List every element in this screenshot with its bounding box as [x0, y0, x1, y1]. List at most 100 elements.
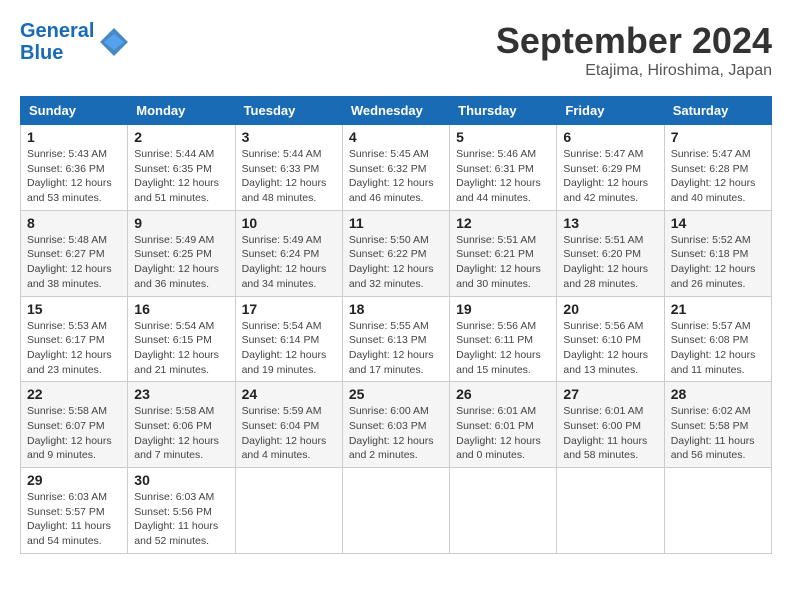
day-number: 23 [134, 386, 228, 402]
day-info: Sunrise: 5:58 AMSunset: 6:06 PMDaylight:… [134, 404, 228, 463]
table-row: 7 Sunrise: 5:47 AMSunset: 6:28 PMDayligh… [664, 125, 771, 211]
table-row [342, 468, 449, 554]
table-row: 26 Sunrise: 6:01 AMSunset: 6:01 PMDaylig… [450, 382, 557, 468]
day-info: Sunrise: 5:57 AMSunset: 6:08 PMDaylight:… [671, 319, 765, 378]
day-number: 28 [671, 386, 765, 402]
day-number: 21 [671, 301, 765, 317]
day-number: 8 [27, 215, 121, 231]
table-row: 12 Sunrise: 5:51 AMSunset: 6:21 PMDaylig… [450, 210, 557, 296]
calendar-week-5: 29 Sunrise: 6:03 AMSunset: 5:57 PMDaylig… [21, 468, 772, 554]
day-info: Sunrise: 5:58 AMSunset: 6:07 PMDaylight:… [27, 404, 121, 463]
day-info: Sunrise: 5:53 AMSunset: 6:17 PMDaylight:… [27, 319, 121, 378]
table-row: 5 Sunrise: 5:46 AMSunset: 6:31 PMDayligh… [450, 125, 557, 211]
day-number: 11 [349, 215, 443, 231]
day-number: 1 [27, 129, 121, 145]
table-row: 19 Sunrise: 5:56 AMSunset: 6:11 PMDaylig… [450, 296, 557, 382]
table-row [557, 468, 664, 554]
day-info: Sunrise: 5:46 AMSunset: 6:31 PMDaylight:… [456, 147, 550, 206]
table-row [664, 468, 771, 554]
table-row: 6 Sunrise: 5:47 AMSunset: 6:29 PMDayligh… [557, 125, 664, 211]
table-row: 14 Sunrise: 5:52 AMSunset: 6:18 PMDaylig… [664, 210, 771, 296]
day-info: Sunrise: 5:54 AMSunset: 6:14 PMDaylight:… [242, 319, 336, 378]
day-number: 14 [671, 215, 765, 231]
logo-text-line1: General [20, 20, 94, 42]
day-info: Sunrise: 5:54 AMSunset: 6:15 PMDaylight:… [134, 319, 228, 378]
day-info: Sunrise: 6:01 AMSunset: 6:00 PMDaylight:… [563, 404, 657, 463]
calendar-table: Sunday Monday Tuesday Wednesday Thursday… [20, 96, 772, 554]
table-row: 4 Sunrise: 5:45 AMSunset: 6:32 PMDayligh… [342, 125, 449, 211]
day-number: 18 [349, 301, 443, 317]
day-info: Sunrise: 5:44 AMSunset: 6:33 PMDaylight:… [242, 147, 336, 206]
day-number: 9 [134, 215, 228, 231]
weekday-header-row: Sunday Monday Tuesday Wednesday Thursday… [21, 97, 772, 125]
table-row: 23 Sunrise: 5:58 AMSunset: 6:06 PMDaylig… [128, 382, 235, 468]
day-number: 30 [134, 472, 228, 488]
day-info: Sunrise: 5:50 AMSunset: 6:22 PMDaylight:… [349, 233, 443, 292]
table-row: 2 Sunrise: 5:44 AMSunset: 6:35 PMDayligh… [128, 125, 235, 211]
table-row: 27 Sunrise: 6:01 AMSunset: 6:00 PMDaylig… [557, 382, 664, 468]
header: General Blue September 2024 Etajima, Hir… [20, 20, 772, 80]
table-row: 15 Sunrise: 5:53 AMSunset: 6:17 PMDaylig… [21, 296, 128, 382]
day-number: 3 [242, 129, 336, 145]
logo-text-line2: Blue [20, 42, 94, 64]
day-info: Sunrise: 5:51 AMSunset: 6:20 PMDaylight:… [563, 233, 657, 292]
table-row: 1 Sunrise: 5:43 AMSunset: 6:36 PMDayligh… [21, 125, 128, 211]
table-row: 25 Sunrise: 6:00 AMSunset: 6:03 PMDaylig… [342, 382, 449, 468]
day-info: Sunrise: 5:59 AMSunset: 6:04 PMDaylight:… [242, 404, 336, 463]
header-friday: Friday [557, 97, 664, 125]
header-sunday: Sunday [21, 97, 128, 125]
table-row: 20 Sunrise: 5:56 AMSunset: 6:10 PMDaylig… [557, 296, 664, 382]
day-number: 13 [563, 215, 657, 231]
day-number: 22 [27, 386, 121, 402]
table-row [450, 468, 557, 554]
table-row: 17 Sunrise: 5:54 AMSunset: 6:14 PMDaylig… [235, 296, 342, 382]
day-info: Sunrise: 5:56 AMSunset: 6:10 PMDaylight:… [563, 319, 657, 378]
day-number: 25 [349, 386, 443, 402]
day-info: Sunrise: 5:49 AMSunset: 6:25 PMDaylight:… [134, 233, 228, 292]
table-row: 21 Sunrise: 5:57 AMSunset: 6:08 PMDaylig… [664, 296, 771, 382]
day-number: 7 [671, 129, 765, 145]
day-info: Sunrise: 5:55 AMSunset: 6:13 PMDaylight:… [349, 319, 443, 378]
day-info: Sunrise: 6:00 AMSunset: 6:03 PMDaylight:… [349, 404, 443, 463]
day-info: Sunrise: 5:45 AMSunset: 6:32 PMDaylight:… [349, 147, 443, 206]
day-number: 5 [456, 129, 550, 145]
day-info: Sunrise: 5:43 AMSunset: 6:36 PMDaylight:… [27, 147, 121, 206]
day-info: Sunrise: 5:49 AMSunset: 6:24 PMDaylight:… [242, 233, 336, 292]
table-row: 9 Sunrise: 5:49 AMSunset: 6:25 PMDayligh… [128, 210, 235, 296]
day-info: Sunrise: 6:02 AMSunset: 5:58 PMDaylight:… [671, 404, 765, 463]
logo-icon [96, 24, 132, 60]
day-info: Sunrise: 5:52 AMSunset: 6:18 PMDaylight:… [671, 233, 765, 292]
table-row: 10 Sunrise: 5:49 AMSunset: 6:24 PMDaylig… [235, 210, 342, 296]
day-info: Sunrise: 5:48 AMSunset: 6:27 PMDaylight:… [27, 233, 121, 292]
day-number: 19 [456, 301, 550, 317]
calendar-week-1: 1 Sunrise: 5:43 AMSunset: 6:36 PMDayligh… [21, 125, 772, 211]
logo: General Blue [20, 20, 132, 64]
day-info: Sunrise: 6:01 AMSunset: 6:01 PMDaylight:… [456, 404, 550, 463]
day-info: Sunrise: 6:03 AMSunset: 5:57 PMDaylight:… [27, 490, 121, 549]
table-row: 11 Sunrise: 5:50 AMSunset: 6:22 PMDaylig… [342, 210, 449, 296]
month-title: September 2024 [496, 20, 772, 62]
table-row [235, 468, 342, 554]
table-row: 30 Sunrise: 6:03 AMSunset: 5:56 PMDaylig… [128, 468, 235, 554]
day-info: Sunrise: 5:51 AMSunset: 6:21 PMDaylight:… [456, 233, 550, 292]
day-number: 27 [563, 386, 657, 402]
day-number: 16 [134, 301, 228, 317]
page-container: General Blue September 2024 Etajima, Hir… [20, 20, 772, 554]
table-row: 24 Sunrise: 5:59 AMSunset: 6:04 PMDaylig… [235, 382, 342, 468]
calendar-week-3: 15 Sunrise: 5:53 AMSunset: 6:17 PMDaylig… [21, 296, 772, 382]
day-number: 26 [456, 386, 550, 402]
day-number: 15 [27, 301, 121, 317]
header-thursday: Thursday [450, 97, 557, 125]
calendar-week-2: 8 Sunrise: 5:48 AMSunset: 6:27 PMDayligh… [21, 210, 772, 296]
location-title: Etajima, Hiroshima, Japan [496, 62, 772, 80]
day-info: Sunrise: 6:03 AMSunset: 5:56 PMDaylight:… [134, 490, 228, 549]
table-row: 16 Sunrise: 5:54 AMSunset: 6:15 PMDaylig… [128, 296, 235, 382]
header-saturday: Saturday [664, 97, 771, 125]
day-number: 4 [349, 129, 443, 145]
day-info: Sunrise: 5:56 AMSunset: 6:11 PMDaylight:… [456, 319, 550, 378]
table-row: 8 Sunrise: 5:48 AMSunset: 6:27 PMDayligh… [21, 210, 128, 296]
table-row: 28 Sunrise: 6:02 AMSunset: 5:58 PMDaylig… [664, 382, 771, 468]
day-number: 17 [242, 301, 336, 317]
table-row: 3 Sunrise: 5:44 AMSunset: 6:33 PMDayligh… [235, 125, 342, 211]
day-number: 6 [563, 129, 657, 145]
